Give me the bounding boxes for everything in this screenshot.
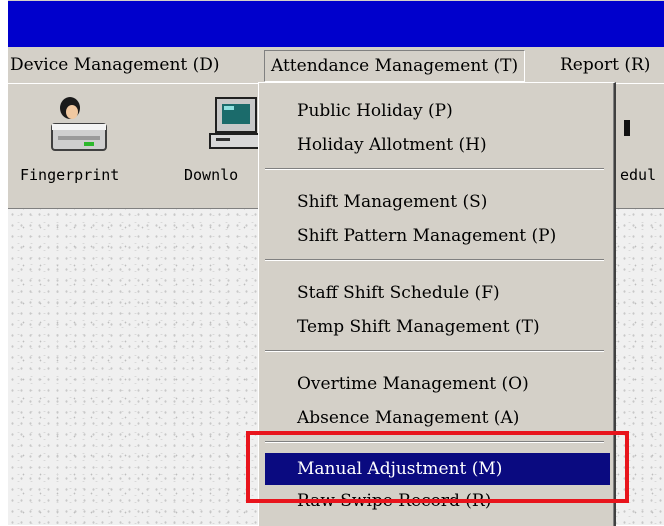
menu-item-shift-pattern-management[interactable]: Shift Pattern Management (P): [265, 220, 610, 252]
title-bar: [8, 0, 664, 48]
menu-report[interactable]: Report (R): [554, 50, 656, 80]
menu-item-absence-management[interactable]: Absence Management (A): [265, 402, 610, 434]
menu-item-holiday-allotment[interactable]: Holiday Allotment (H): [265, 129, 610, 161]
fingerprint-label: Fingerprint: [20, 166, 120, 184]
schedule-icon: [624, 120, 630, 136]
menu-item-shift-management[interactable]: Shift Management (S): [265, 186, 610, 218]
menu-separator: [265, 168, 604, 170]
menu-attendance-management[interactable]: Attendance Management (T): [264, 50, 526, 82]
fingerprint-button[interactable]: [44, 94, 114, 166]
menu-item-overtime-management[interactable]: Overtime Management (O): [265, 368, 610, 400]
fingerprint-reader-icon: [51, 97, 107, 151]
menu-item-public-holiday[interactable]: Public Holiday (P): [265, 95, 610, 127]
menu-bar: Device Management (D) Attendance Managem…: [8, 47, 664, 83]
download-label: Downlo: [184, 166, 239, 184]
menu-separator: [265, 350, 604, 352]
download-button[interactable]: [206, 94, 264, 166]
red-highlight-annotation: [246, 431, 629, 503]
menu-separator: [265, 259, 604, 261]
menu-device-management[interactable]: Device Management (D): [4, 50, 226, 80]
download-computer-icon: [209, 97, 261, 149]
menu-item-temp-shift-management[interactable]: Temp Shift Management (T): [265, 311, 610, 343]
menu-item-staff-shift-schedule[interactable]: Staff Shift Schedule (F): [265, 277, 610, 309]
schedule-label: edul: [620, 166, 657, 184]
schedule-button[interactable]: [620, 94, 640, 166]
